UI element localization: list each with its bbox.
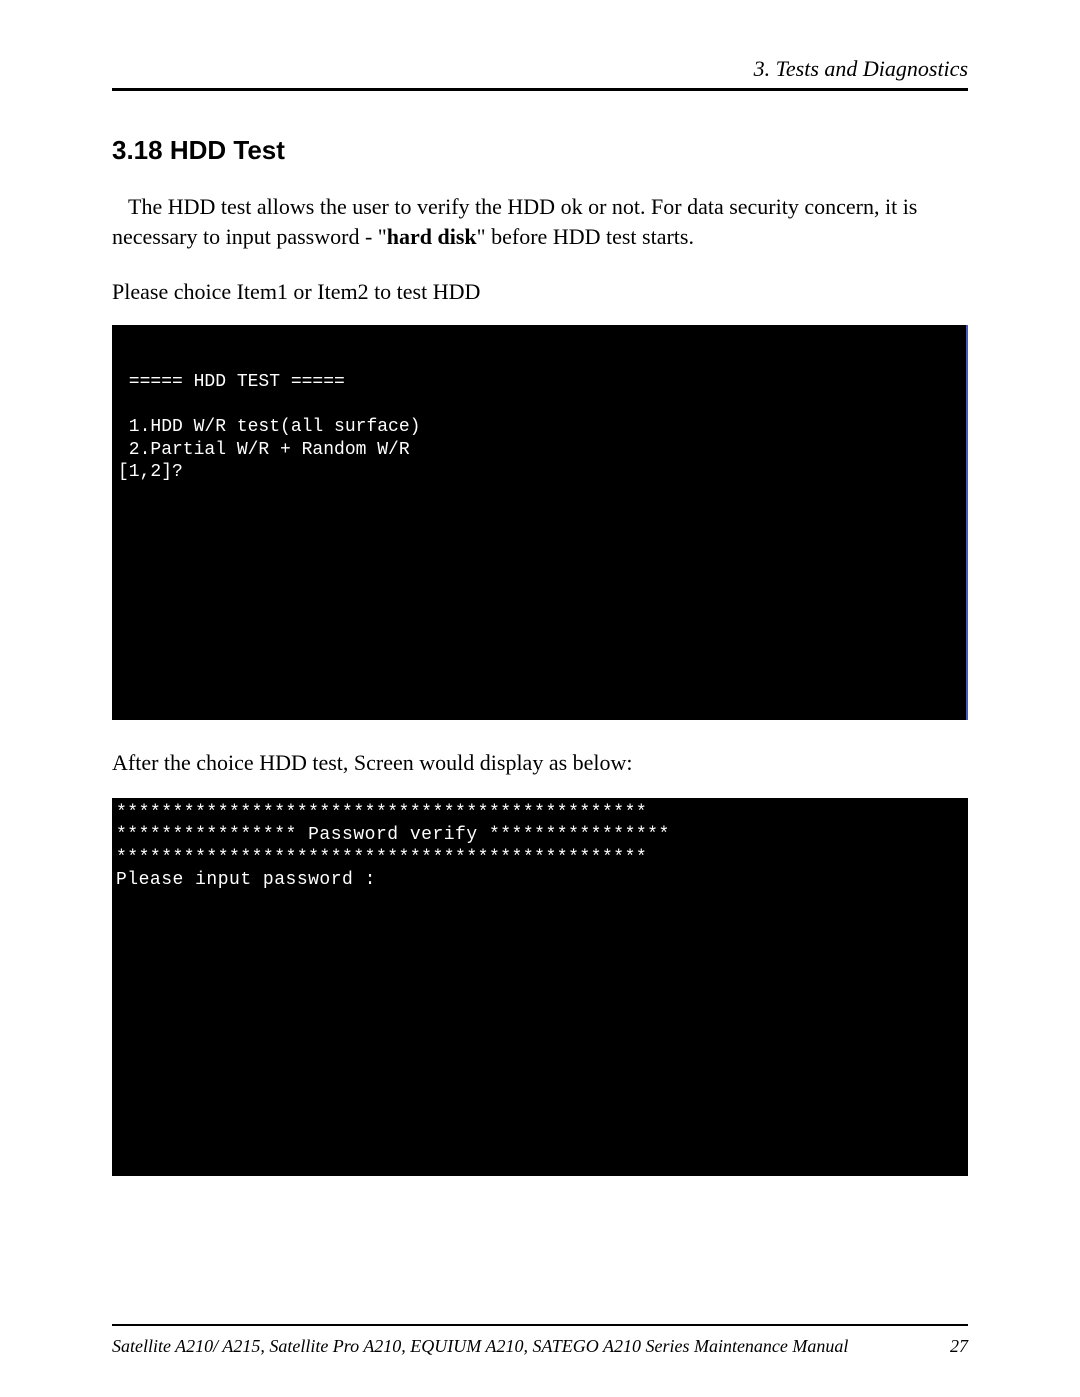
term2-line2: **************** Password verify *******… (116, 825, 670, 845)
term1-line4: 2.Partial W/R + Random W/R (118, 440, 410, 460)
after-choice-paragraph: After the choice HDD test, Screen would … (112, 748, 968, 778)
term1-line5: [1,2]? (118, 462, 183, 482)
term1-line1: ===== HDD TEST ===== (118, 372, 345, 392)
terminal-screenshot-2: ****************************************… (112, 798, 968, 1176)
page-footer: Satellite A210/ A215, Satellite Pro A210… (112, 1284, 968, 1357)
password-bold: hard disk (387, 224, 477, 249)
terminal-screenshot-1: ===== HDD TEST ===== 1.HDD W/R test(all … (112, 325, 968, 720)
para1-post: " before HDD test starts. (477, 224, 694, 249)
footer-rule (112, 1324, 968, 1326)
header-rule (112, 88, 968, 91)
footer-manual-title: Satellite A210/ A215, Satellite Pro A210… (112, 1336, 848, 1357)
section-title: 3.18 HDD Test (112, 135, 968, 166)
term1-line3: 1.HDD W/R test(all surface) (118, 417, 420, 437)
choice-paragraph: Please choice Item1 or Item2 to test HDD (112, 277, 968, 307)
term2-line3: ****************************************… (116, 848, 647, 868)
page-header: 3. Tests and Diagnostics (112, 56, 968, 88)
term2-line1: ****************************************… (116, 803, 647, 823)
footer-page-number: 27 (950, 1336, 968, 1357)
intro-paragraph: The HDD test allows the user to verify t… (112, 192, 968, 251)
document-page: 3. Tests and Diagnostics 3.18 HDD Test T… (0, 0, 1080, 1397)
chapter-title: 3. Tests and Diagnostics (754, 56, 968, 81)
term2-line4: Please input password : (116, 870, 376, 890)
footer-row: Satellite A210/ A215, Satellite Pro A210… (112, 1336, 968, 1357)
